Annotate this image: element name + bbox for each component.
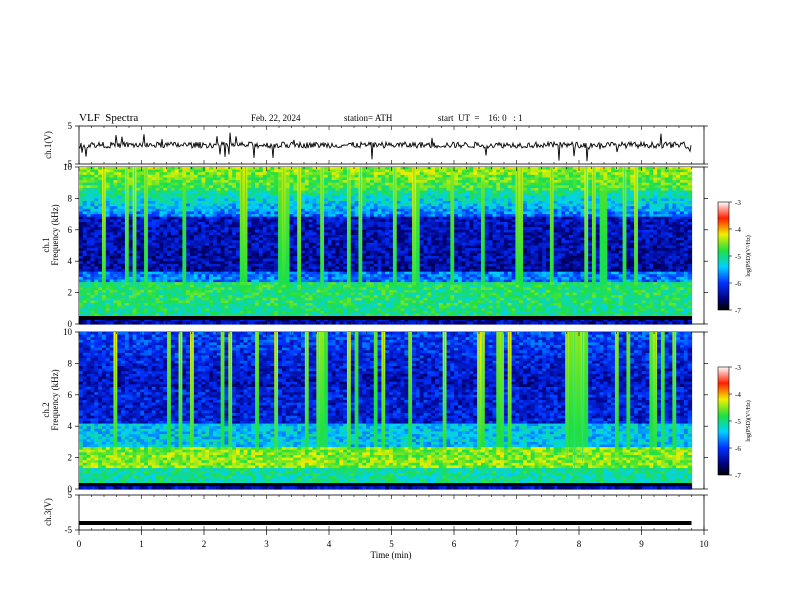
colorbar-tick-label: -7 (735, 472, 741, 480)
x-tick-label: 1 (139, 539, 144, 549)
figure-canvas: ch.1(V) ch.1 Frequency (kHz) ch.2 Freque… (41, 121, 752, 560)
ch1-spectrogram-ytick-label: 6 (68, 225, 73, 235)
colorbar-tick-label: -6 (735, 445, 741, 453)
ch1-colorbar (717, 201, 730, 311)
ch1-waveform-trace (78, 132, 692, 162)
ch1-spectrogram-ytick-label: 8 (68, 193, 73, 203)
x-tick-label: 8 (577, 539, 582, 549)
x-tick-label: 5 (389, 539, 394, 549)
ch2-spectrogram-bottom-band (79, 483, 692, 486)
ch2-spectrogram-ytick-label: 10 (63, 327, 73, 337)
colorbar-tick-label: -3 (735, 199, 741, 207)
ch1-waveform-ylabel: ch.1(V) (43, 131, 53, 159)
colorbar-tick-label: -5 (735, 253, 741, 261)
ch2-colorbar-label: log(PSD)(V²/Hz) (745, 400, 752, 441)
ch3-waveform-ylabel: ch.3(V) (43, 498, 53, 526)
ch2-spectrogram-ytick-label: 4 (68, 421, 73, 431)
colorbar-tick-label: -3 (735, 364, 741, 372)
ch2-colorbar (717, 366, 730, 476)
x-tick-label: 7 (514, 539, 519, 549)
ch1-spectrogram-image (79, 167, 693, 325)
ch2-spectrogram-ytick-label: 2 (68, 453, 73, 463)
x-tick-label: 4 (327, 539, 332, 549)
ch2-spectrogram-image (79, 332, 693, 490)
x-tick-label: 9 (639, 539, 644, 549)
ch2-spectrogram-ylabel: Frequency (kHz) (50, 369, 60, 430)
x-tick-label: 0 (77, 539, 82, 549)
ch1-spectrogram-ylabel: Frequency (kHz) (50, 204, 60, 265)
colorbar-tick-label: -6 (735, 280, 741, 288)
ch1-waveform-ytick-label: 5 (68, 121, 73, 131)
x-tick-label: 10 (700, 539, 710, 549)
colorbar-tick-label: -5 (735, 418, 741, 426)
ch3-waveform-ytick-label: 5 (68, 490, 73, 500)
x-tick-label: 3 (264, 539, 269, 549)
ch1-spectrogram-ytick-label: 2 (68, 288, 73, 298)
x-tick-label: 2 (202, 539, 207, 549)
ch2-spectrogram-ytick-label: 6 (68, 390, 73, 400)
x-axis-label: Time (min) (371, 550, 412, 560)
ch3-waveform-ytick-label: -5 (65, 525, 73, 535)
ch1-spectrogram-bottom-band (79, 316, 692, 320)
colorbar-tick-label: -4 (735, 391, 741, 399)
colorbar-tick-label: -7 (735, 307, 741, 315)
colorbar-tick-label: -4 (735, 226, 741, 234)
ch1-colorbar-label: log(PSD)(V²/Hz) (745, 235, 752, 276)
ch1-spectrogram-ytick-label: 10 (63, 162, 73, 172)
x-tick-label: 6 (452, 539, 457, 549)
ch2-spectrogram-ytick-label: 8 (68, 358, 73, 368)
ch1-spectrogram-ytick-label: 4 (68, 256, 73, 266)
